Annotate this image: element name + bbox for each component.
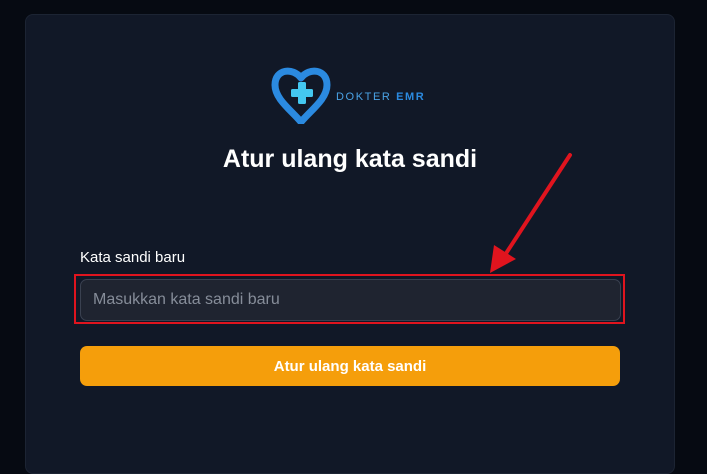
dokter-emr-logo: DOKTER EMR	[271, 66, 441, 124]
page-title: Atur ulang kata sandi	[222, 145, 478, 173]
password-label: Kata sandi baru	[80, 249, 186, 266]
input-highlight-box	[74, 274, 625, 324]
brand-name: DOKTER EMR	[336, 91, 425, 103]
reset-password-button[interactable]: Atur ulang kata sandi	[80, 346, 620, 386]
brand-name-part2: EMR	[396, 91, 426, 103]
new-password-input[interactable]	[80, 279, 621, 321]
heart-cross-logo-icon	[271, 67, 331, 124]
brand-name-part1: DOKTER	[336, 91, 397, 103]
